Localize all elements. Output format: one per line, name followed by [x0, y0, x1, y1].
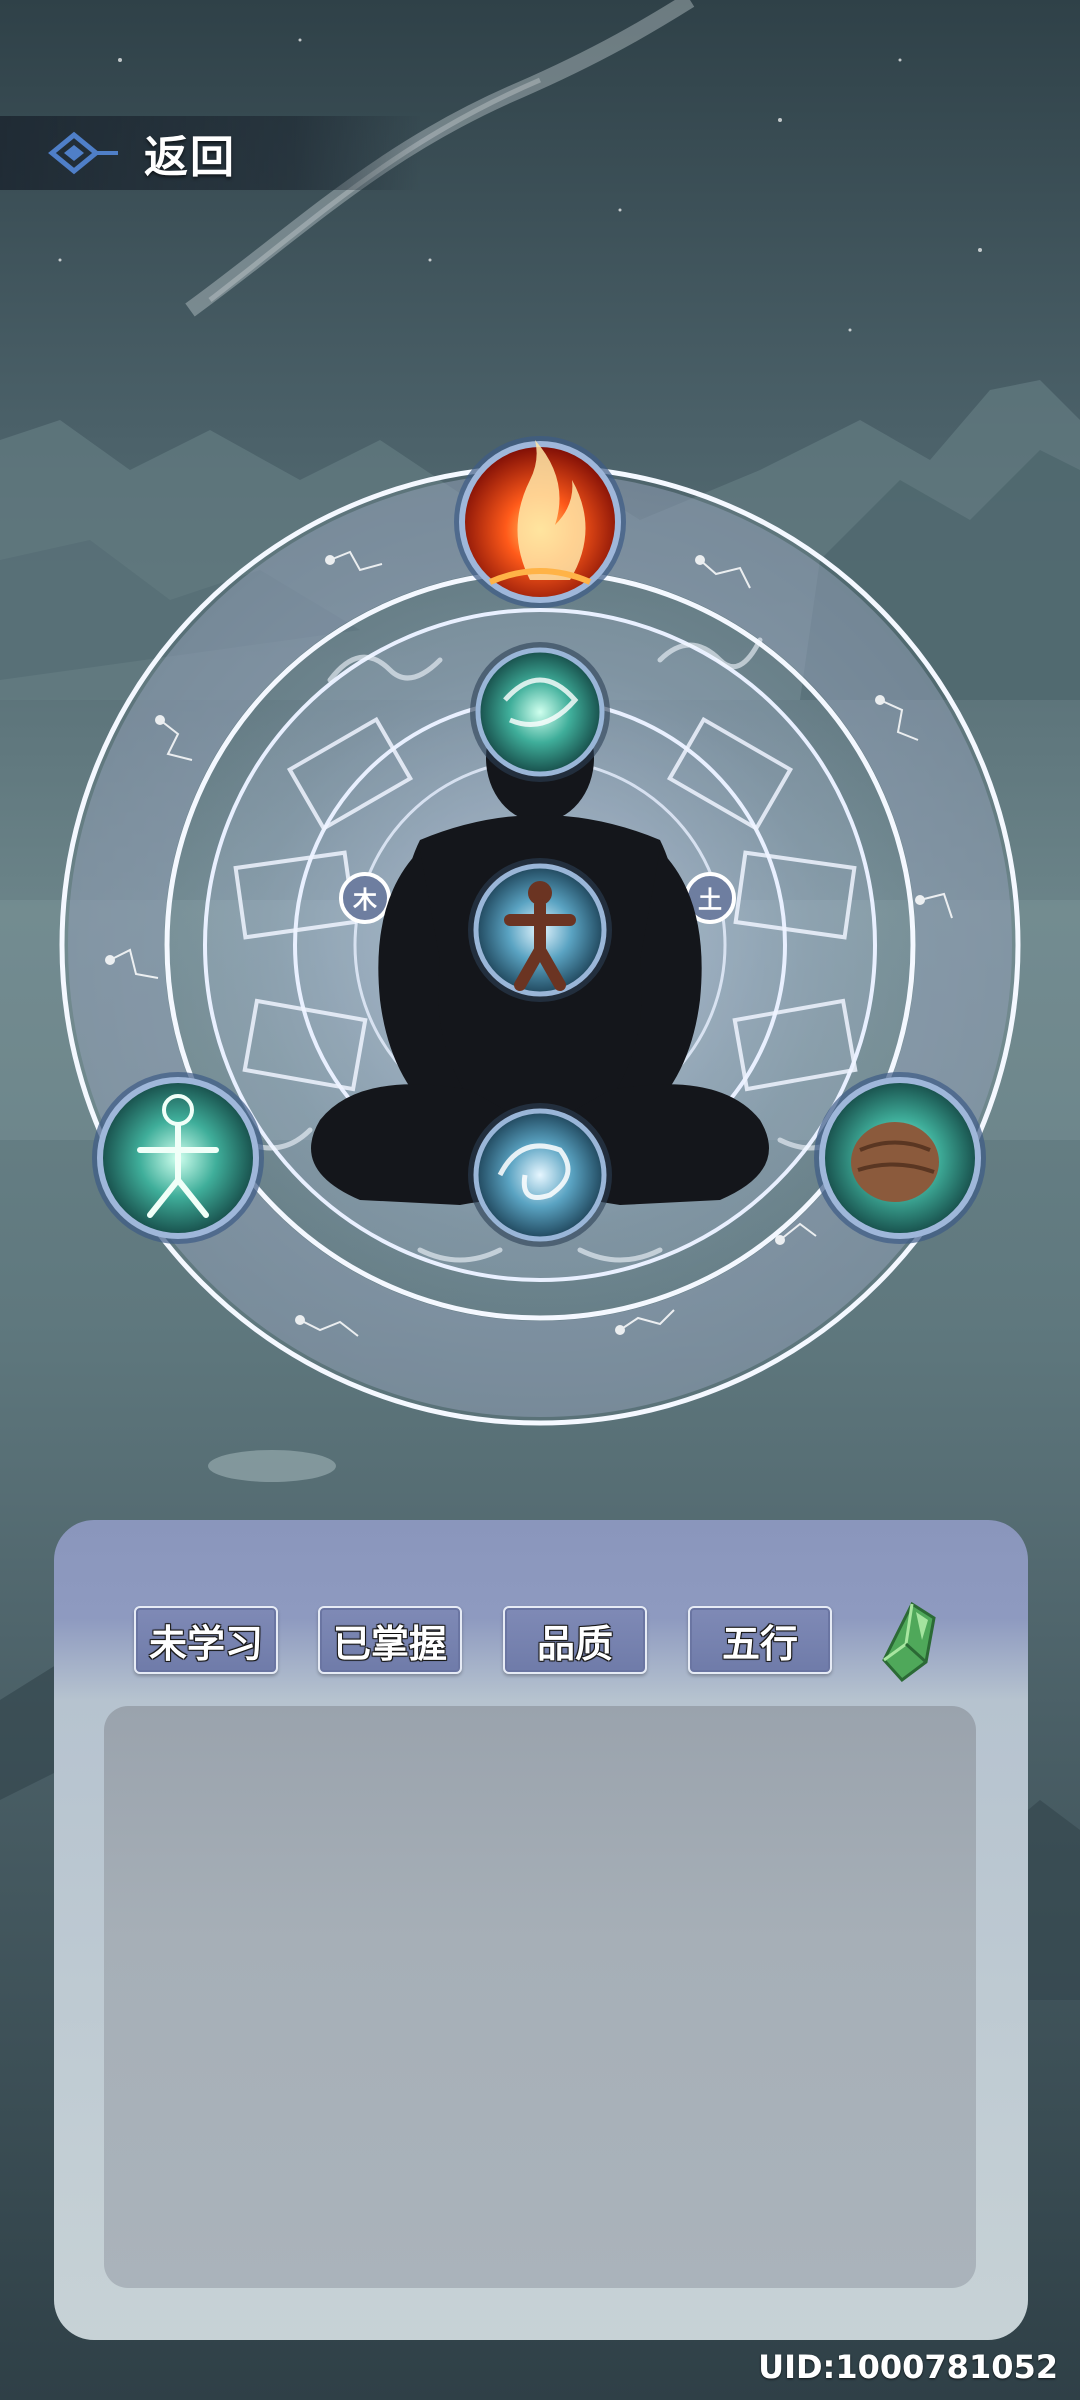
fire-skill-icon[interactable]: [454, 436, 626, 608]
wind-skill-icon[interactable]: [470, 642, 610, 782]
tab-quality[interactable]: 品质: [503, 1606, 647, 1674]
light-figure-skill-icon[interactable]: [92, 1072, 264, 1244]
green-crystal-icon[interactable]: [872, 1600, 948, 1684]
earth-skill-icon[interactable]: [814, 1072, 986, 1244]
back-arrow-icon: [48, 131, 118, 175]
tab-unlearned[interactable]: 未学习: [134, 1606, 278, 1674]
tab-five-elements[interactable]: 五行: [688, 1606, 832, 1674]
skill-list-area[interactable]: [104, 1706, 976, 2288]
back-label: 返回: [144, 132, 236, 183]
tab-mastered[interactable]: 已掌握: [318, 1606, 462, 1674]
uid-label: UID:1000781052: [758, 2348, 1058, 2386]
spirit-figure-skill-icon[interactable]: [468, 858, 612, 1002]
back-button[interactable]: 返回: [48, 116, 268, 190]
whirlpool-skill-icon[interactable]: [468, 1103, 612, 1247]
